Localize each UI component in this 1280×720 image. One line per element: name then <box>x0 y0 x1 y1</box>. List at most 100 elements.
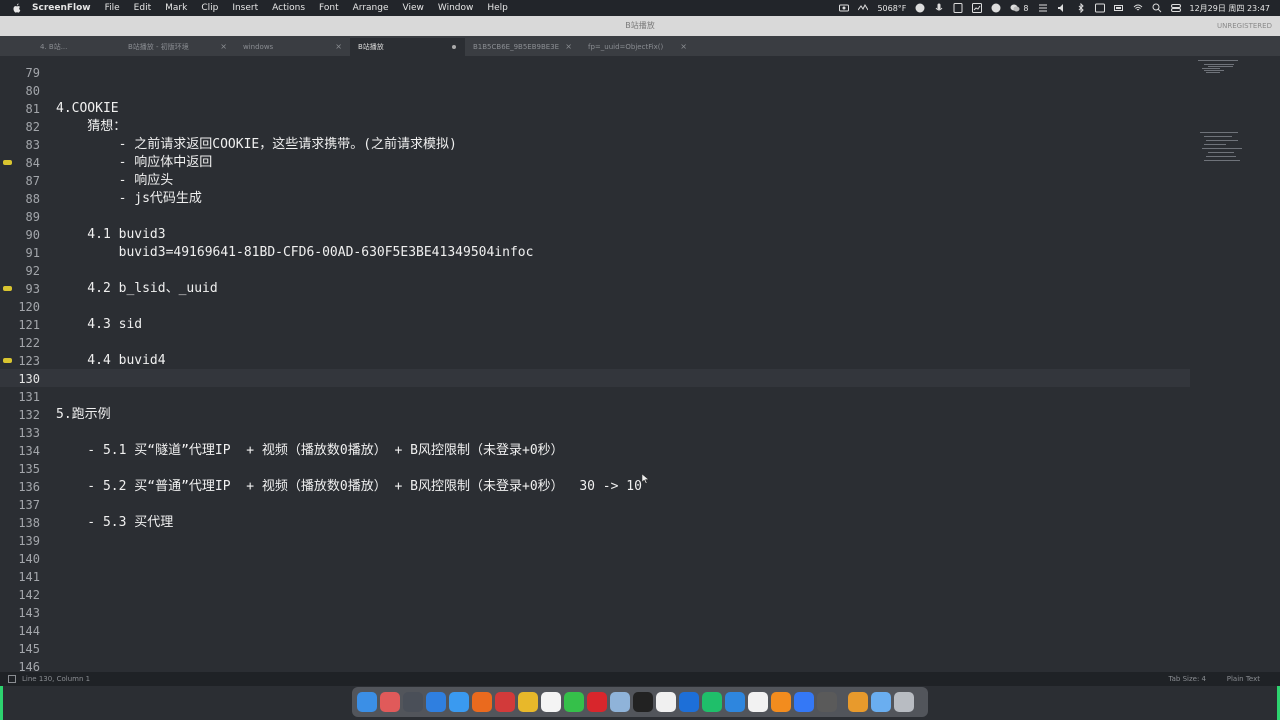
trash-icon[interactable] <box>894 692 914 712</box>
app-menu-name[interactable]: ScreenFlow <box>32 3 91 13</box>
safari-app-icon[interactable] <box>426 692 446 712</box>
battery-icon[interactable] <box>1113 3 1124 13</box>
code-line[interactable]: 143 <box>0 604 1190 622</box>
bluetooth-icon[interactable] <box>1076 3 1086 13</box>
clock[interactable]: 12月29日 周四 23:47 <box>1190 3 1271 14</box>
notes-app-icon[interactable] <box>656 692 676 712</box>
close-icon[interactable]: × <box>335 38 342 56</box>
code-line[interactable]: 142 <box>0 586 1190 604</box>
wifi-icon[interactable] <box>1133 3 1143 13</box>
syntax-selector[interactable]: Plain Text <box>1227 672 1260 686</box>
close-icon[interactable]: × <box>565 38 572 56</box>
menu-mark[interactable]: Mark <box>165 3 187 13</box>
calculator-icon[interactable] <box>953 3 963 13</box>
code-line[interactable]: 89 <box>0 208 1190 226</box>
code-line[interactable]: 120 <box>0 298 1190 316</box>
code-line[interactable]: 92 <box>0 262 1190 280</box>
menu-arrange[interactable]: Arrange <box>353 3 389 13</box>
tab-1[interactable]: 4. B站... <box>0 38 120 56</box>
minimap[interactable] <box>1196 56 1256 672</box>
wechat-app-icon[interactable] <box>564 692 584 712</box>
code-line[interactable]: 137 <box>0 496 1190 514</box>
search-icon[interactable] <box>1152 3 1162 13</box>
menu-actions[interactable]: Actions <box>272 3 305 13</box>
tab-size-selector[interactable]: Tab Size: 4 <box>1169 672 1206 686</box>
volume-icon[interactable] <box>1057 3 1067 13</box>
menu-font[interactable]: Font <box>319 3 339 13</box>
code-line[interactable]: 134 - 5.1 买“隧道”代理IP + 视频（播放数0播放） + B风控限制… <box>0 442 1190 460</box>
pycharm-app-icon[interactable] <box>702 692 722 712</box>
code-line[interactable]: 79 <box>0 64 1190 82</box>
chart-icon[interactable] <box>972 3 983 13</box>
app-store-app-icon[interactable] <box>449 692 469 712</box>
microphone-icon[interactable] <box>934 3 944 13</box>
menu-view[interactable]: View <box>403 3 424 13</box>
code-line[interactable]: 88 - js代码生成 <box>0 190 1190 208</box>
menu-help[interactable]: Help <box>487 3 508 13</box>
menu-file[interactable]: File <box>105 3 120 13</box>
typora-app-icon[interactable] <box>748 692 768 712</box>
menu-edit[interactable]: Edit <box>134 3 151 13</box>
code-line[interactable]: 84 - 响应体中返回 <box>0 154 1190 172</box>
downloads-folder-icon[interactable] <box>848 692 868 712</box>
apple-icon[interactable] <box>12 3 22 13</box>
face-icon[interactable] <box>915 3 925 13</box>
close-icon[interactable]: × <box>220 38 227 56</box>
code-line[interactable]: 136 - 5.2 买“普通”代理IP + 视频（播放数0播放） + B风控限制… <box>0 478 1190 496</box>
launchpad-app-icon[interactable] <box>380 692 400 712</box>
preview-app-icon[interactable] <box>610 692 630 712</box>
code-line[interactable]: 83 - 之前请求返回COOKIE，这些请求携带。(之前请求模拟) <box>0 136 1190 154</box>
code-line[interactable]: 81 4.COOKIE <box>0 100 1190 118</box>
code-line[interactable]: 80 <box>0 82 1190 100</box>
screenflow-app-icon[interactable] <box>817 692 837 712</box>
code-line[interactable]: 91 buvid3=49169641-81BD-CFD6-00AD-630F5E… <box>0 244 1190 262</box>
tab-4[interactable]: B站播放 <box>350 38 465 56</box>
control-center-icon[interactable] <box>1170 3 1181 13</box>
menu-clip[interactable]: Clip <box>201 3 218 13</box>
xcode-app-icon[interactable] <box>725 692 745 712</box>
code-line[interactable]: 135 <box>0 460 1190 478</box>
menu-list-icon[interactable] <box>1038 3 1048 13</box>
code-line[interactable]: 93 4.2 b_lsid、_uuid <box>0 280 1190 298</box>
code-line[interactable]: 132 5.跑示例 <box>0 406 1190 424</box>
panel-toggle-icon[interactable] <box>8 675 16 683</box>
screen-record-icon[interactable] <box>839 3 850 13</box>
text-editor[interactable]: 79 80 81 4.COOKIE 82 猜想： 83 - 之前请求返回COOKIE，这些… <box>0 56 1280 674</box>
menu-insert[interactable]: Insert <box>232 3 258 13</box>
messages-app-icon[interactable] <box>794 692 814 712</box>
webstorm-app-icon[interactable] <box>679 692 699 712</box>
code-line[interactable]: 123 4.4 buvid4 <box>0 352 1190 370</box>
input-method-icon[interactable] <box>1094 3 1105 13</box>
tab-2[interactable]: B站播放 - 初版环境 × <box>120 38 235 56</box>
tab-5[interactable]: B1B5CB6E_9B5EB9BE3E × <box>465 38 580 56</box>
activity-icon[interactable] <box>858 3 869 13</box>
code-line[interactable]: 144 <box>0 622 1190 640</box>
netease-music-app-icon[interactable] <box>587 692 607 712</box>
wechat-icon[interactable] <box>1010 3 1020 13</box>
code-line[interactable]: 139 <box>0 532 1190 550</box>
menu-window[interactable]: Window <box>438 3 474 13</box>
firefox-app-icon[interactable] <box>472 692 492 712</box>
code-line[interactable]: 130 <box>0 370 1190 388</box>
mission-control-app-icon[interactable] <box>403 692 423 712</box>
code-line[interactable]: 138 - 5.3 买代理 <box>0 514 1190 532</box>
unsaved-dot-icon[interactable] <box>452 45 456 49</box>
tab-6[interactable]: fp=_uuid=ObjectFix() × <box>580 38 695 56</box>
code-line[interactable]: 82 猜想： <box>0 118 1190 136</box>
sublime-app-icon[interactable] <box>771 692 791 712</box>
code-line[interactable]: 131 <box>0 388 1190 406</box>
compass-icon[interactable] <box>991 3 1001 13</box>
temperature-readout[interactable]: 5068°F <box>877 4 906 13</box>
finder-app-icon[interactable] <box>357 692 377 712</box>
code-line[interactable]: 141 <box>0 568 1190 586</box>
code-line[interactable]: 133 <box>0 424 1190 442</box>
calendar-app-icon[interactable] <box>541 692 561 712</box>
documents-folder-icon[interactable] <box>871 692 891 712</box>
code-line[interactable]: 122 <box>0 334 1190 352</box>
tab-3[interactable]: windows × <box>235 38 350 56</box>
code-line[interactable]: 121 4.3 sid <box>0 316 1190 334</box>
code-line[interactable]: 140 <box>0 550 1190 568</box>
close-icon[interactable]: × <box>680 38 687 56</box>
code-line[interactable]: 90 4.1 buvid3 <box>0 226 1190 244</box>
code-line[interactable]: 87 - 响应头 <box>0 172 1190 190</box>
